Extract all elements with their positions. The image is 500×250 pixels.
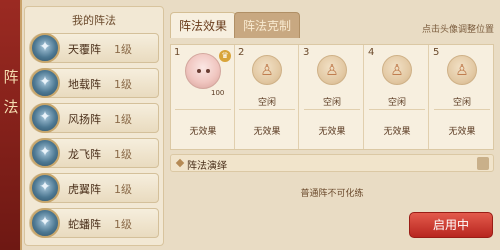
formation-name: 天覆阵	[68, 43, 101, 56]
sky-formation-icon: ✦	[30, 33, 60, 63]
slot-number: 1	[174, 47, 181, 58]
dragon-formation-icon: ✦	[30, 138, 60, 168]
slot-number: 3	[303, 47, 310, 58]
formation-item-huyi[interactable]: ✦ 虎翼阵 1级	[29, 173, 159, 203]
slot-effect: 无效果	[448, 127, 476, 137]
wind-formation-icon: ✦	[30, 103, 60, 133]
formation-item-fengyang[interactable]: ✦ 风扬阵 1级	[29, 103, 159, 133]
slot-5[interactable]: 5 ♙ 空闲 无效果	[430, 45, 494, 149]
info-icon[interactable]	[477, 157, 489, 170]
crown-badge-icon: ♛	[219, 50, 231, 62]
snake-formation-icon: ✦	[30, 208, 60, 238]
section-title: 阵法演绎	[187, 161, 227, 172]
slot-divider	[369, 109, 425, 110]
formation-list-panel: 我的阵法 ✦ 天覆阵 1级 ✦ 地载阵 1级 ✦ 风扬阵 1级 ✦ 龙飞阵 1级…	[24, 6, 164, 246]
slot-status: 空闲	[452, 98, 471, 108]
formation-item-dizai[interactable]: ✦ 地载阵 1级	[29, 68, 159, 98]
tiger-formation-icon: ✦	[30, 173, 60, 203]
formation-level: 1级	[114, 183, 132, 196]
in-use-button[interactable]: 启用中	[409, 212, 493, 238]
slot-number: 4	[368, 47, 375, 58]
formation-name: 虎翼阵	[68, 183, 101, 196]
left-frame-banner: 阵法	[0, 0, 22, 250]
slot-divider	[434, 109, 490, 110]
slot-divider	[304, 109, 360, 110]
formation-detail-panel: 阵法效果 阵法克制 点击头像调整位置 1 ♛ 100 无效果 2 ♙ 空闲 无效…	[168, 6, 496, 246]
formation-item-longfei[interactable]: ✦ 龙飞阵 1级	[29, 138, 159, 168]
section-description: 普通阵不可化练	[300, 189, 364, 199]
position-hint: 点击头像调整位置	[421, 25, 494, 35]
slot-1[interactable]: 1 ♛ 100 无效果	[171, 45, 235, 149]
slot-divider	[175, 109, 231, 110]
formation-name: 蛇蟠阵	[68, 218, 101, 231]
slot-3[interactable]: 3 ♙ 空闲 无效果	[300, 45, 364, 149]
slot-status: 空闲	[387, 98, 406, 108]
formation-item-shepan[interactable]: ✦ 蛇蟠阵 1级	[29, 208, 159, 238]
formation-list-title: 我的阵法	[72, 14, 116, 27]
formation-slots: 1 ♛ 100 无效果 2 ♙ 空闲 无效果 3 ♙ 空闲 无效果 4 ♙ 空闲	[170, 44, 494, 150]
empty-slot-icon: ♙	[382, 55, 412, 85]
frame-title: 阵法	[3, 68, 19, 116]
slot-status: 空闲	[257, 98, 276, 108]
formation-name: 地载阵	[68, 78, 101, 91]
empty-slot-icon: ♙	[447, 55, 477, 85]
formation-level: 1级	[114, 43, 132, 56]
formation-level: 1级	[114, 148, 132, 161]
tab-formation-effect[interactable]: 阵法效果	[170, 12, 237, 38]
slot-status: 空闲	[322, 98, 341, 108]
slot-divider	[239, 109, 295, 110]
formation-level: 1级	[114, 218, 132, 231]
formation-level: 1级	[114, 78, 132, 91]
slot-effect: 无效果	[383, 127, 411, 137]
slot-effect: 无效果	[318, 127, 346, 137]
formation-name: 风扬阵	[68, 113, 101, 126]
earth-formation-icon: ✦	[30, 68, 60, 98]
slot-effect: 无效果	[253, 127, 281, 137]
slot-2[interactable]: 2 ♙ 空闲 无效果	[235, 45, 299, 149]
slot-effect: 无效果	[189, 127, 217, 137]
slot-number: 2	[238, 47, 245, 58]
empty-slot-icon: ♙	[317, 55, 347, 85]
empty-slot-icon: ♙	[252, 55, 282, 85]
character-power: 100	[211, 89, 225, 97]
formation-level: 1级	[114, 113, 132, 126]
slot-number: 5	[433, 47, 440, 58]
formation-item-tianfu[interactable]: ✦ 天覆阵 1级	[29, 33, 159, 63]
slot-4[interactable]: 4 ♙ 空闲 无效果	[365, 45, 429, 149]
character-avatar[interactable]	[185, 53, 221, 89]
formation-name: 龙飞阵	[68, 148, 101, 161]
diamond-bullet-icon	[175, 158, 185, 168]
tab-formation-counter[interactable]: 阵法克制	[234, 12, 301, 38]
formation-deduction-header: 阵法演绎	[170, 154, 494, 172]
